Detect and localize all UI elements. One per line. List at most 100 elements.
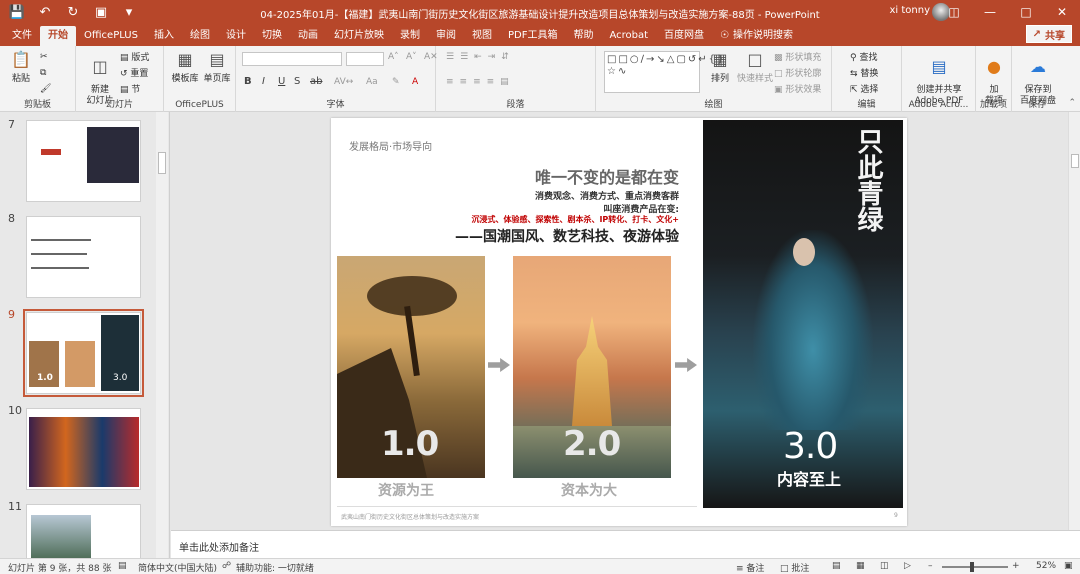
thumbnail-slide-11[interactable] [26, 504, 141, 558]
tab-file[interactable]: 文件 [4, 26, 40, 46]
tab-acrobat[interactable]: Acrobat [601, 26, 656, 46]
thumbnail-slide-7[interactable] [26, 120, 141, 202]
underline-button[interactable]: U [278, 76, 285, 87]
save-icon[interactable]: 💾 [8, 5, 26, 20]
thumbnail-slide-9[interactable]: 1.0 3.0 [23, 309, 144, 397]
undo-icon[interactable]: ↶ [36, 5, 54, 20]
redo-icon[interactable]: ↻ [64, 5, 82, 20]
share-button[interactable]: ↗ 共享 [1025, 25, 1072, 43]
collapse-ribbon-icon[interactable]: ⌃ [1068, 98, 1076, 108]
scrollbar-thumb[interactable] [1071, 154, 1079, 168]
tab-animations[interactable]: 动画 [290, 26, 326, 46]
replace-button[interactable]: ⇆ 替换 [850, 66, 878, 79]
char-spacing-icon[interactable]: AV↔ [334, 77, 353, 87]
italic-button[interactable]: I [262, 76, 265, 87]
tab-baidu[interactable]: 百度网盘 [656, 26, 712, 46]
tab-pdf-tools[interactable]: PDF工具箱 [500, 26, 565, 46]
paste-button[interactable]: 📋 粘贴 [6, 50, 36, 84]
reading-view-icon[interactable]: ◫ [880, 561, 889, 571]
select-button[interactable]: ⇱ 选择 [850, 82, 878, 95]
tab-officeplus[interactable]: OfficePLUS [76, 26, 146, 46]
bold-button[interactable]: B [244, 76, 252, 87]
single-page-button[interactable]: ▤ 单页库 [202, 50, 232, 84]
notes-toggle[interactable]: ≡ 备注 [736, 561, 764, 574]
current-slide[interactable]: 发展格局·市场导向 唯一不变的是都在变 消费观念、消费方式、重点消费客群 叫座消… [331, 118, 907, 526]
thumbnail-scrollbar[interactable] [156, 112, 168, 558]
template-library-button[interactable]: ▦ 模板库 [170, 50, 200, 84]
comments-toggle[interactable]: □ 批注 [780, 561, 809, 574]
stage-caption[interactable]: 资源为王 [378, 480, 434, 500]
ribbon-display-icon[interactable]: ◫ [936, 0, 972, 24]
stage-caption[interactable]: 内容至上 [777, 466, 841, 490]
slide-emphasis-line[interactable]: ——国潮国风、数艺科技、夜游体验 [455, 226, 679, 246]
slide-sorter-icon[interactable]: ▦ [856, 561, 865, 571]
fit-slide-icon[interactable]: ▣ [1064, 561, 1073, 571]
language-status[interactable]: 简体中文(中国大陆) [138, 561, 217, 574]
font-color-icon[interactable]: A [412, 77, 418, 87]
align-buttons-icon[interactable]: ≡≡≡≡▤ [446, 77, 515, 87]
shape-fill-button[interactable]: ▩ 形状填充 [774, 50, 821, 63]
slide-page-number[interactable]: 9 [894, 512, 898, 519]
tab-view[interactable]: 视图 [464, 26, 500, 46]
stage-number[interactable]: 3.0 [783, 426, 838, 467]
tab-transitions[interactable]: 切换 [254, 26, 290, 46]
tab-slideshow[interactable]: 幻灯片放映 [326, 26, 392, 46]
shapes-gallery[interactable]: □□○∕→↘△▢↺↵{}☆∿ [604, 51, 723, 93]
tab-draw[interactable]: 绘图 [182, 26, 218, 46]
highlight-icon[interactable]: ✎ [392, 77, 400, 87]
shape-outline-button[interactable]: □ 形状轮廓 [774, 66, 821, 79]
customize-icon[interactable]: ▾ [120, 5, 138, 20]
slide-footer[interactable]: 武夷山南门街历史文化街区总体策划与改造实施方案 [341, 512, 479, 521]
zoom-in-icon[interactable]: + [1012, 561, 1020, 571]
accessibility-icon[interactable]: ☍ [222, 561, 231, 571]
find-button[interactable]: ⚲ 查找 [850, 50, 877, 63]
grow-font-icon[interactable]: A˄ [388, 52, 399, 62]
slide-highlight-line[interactable]: 沉浸式、体验感、探索性、剧本杀、IP转化、打卡、文化+ [471, 214, 679, 225]
slide-subline[interactable]: 消费观念、消费方式、重点消费客群 [535, 189, 679, 202]
close-icon[interactable]: ✕ [1044, 0, 1080, 24]
slide-scrollbar[interactable] [1068, 112, 1080, 530]
font-name-select[interactable] [242, 52, 342, 66]
tab-home[interactable]: 开始 [40, 26, 76, 46]
change-case-icon[interactable]: Aa [366, 77, 378, 87]
tab-help[interactable]: 帮助 [565, 26, 601, 46]
zoom-slider[interactable] [942, 566, 1008, 568]
tab-record[interactable]: 录制 [392, 26, 428, 46]
create-adobe-pdf-button[interactable]: ▤ 创建并共享 Adobe PDF [906, 50, 972, 107]
strike-button[interactable]: ab [310, 76, 322, 87]
stage-number[interactable]: 2.0 [563, 424, 621, 464]
tell-me-search[interactable]: ☉ 操作说明搜索 [712, 26, 801, 46]
layout-button[interactable]: ▤ 版式 [120, 50, 149, 63]
section-button[interactable]: ▤ 节 [120, 82, 140, 95]
slideshow-icon[interactable]: ▷ [904, 561, 911, 571]
shrink-font-icon[interactable]: A˅ [406, 52, 417, 62]
shape-effects-button[interactable]: ▣ 形状效果 [774, 82, 821, 95]
arrange-button[interactable]: ▦ 排列 [706, 50, 734, 84]
cut-icon[interactable]: ✂ [40, 52, 48, 62]
tab-insert[interactable]: 插入 [146, 26, 182, 46]
slide-kicker[interactable]: 发展格局·市场导向 [349, 138, 432, 153]
proofing-icon[interactable]: ▤ [118, 561, 127, 571]
tab-design[interactable]: 设计 [218, 26, 254, 46]
shadow-button[interactable]: S [294, 76, 300, 87]
quick-styles-button[interactable]: □ 快速样式 [736, 50, 774, 84]
slide-headline[interactable]: 唯一不变的是都在变 [535, 164, 679, 188]
tab-review[interactable]: 审阅 [428, 26, 464, 46]
user-name[interactable]: xi tonny [889, 5, 930, 16]
zoom-slider-knob[interactable] [970, 562, 974, 572]
zoom-out-icon[interactable]: – [928, 561, 933, 571]
scrollbar-thumb[interactable] [158, 152, 166, 174]
maximize-icon[interactable]: □ [1008, 0, 1044, 24]
notes-pane[interactable]: 单击此处添加备注 [171, 530, 1080, 558]
font-size-select[interactable] [346, 52, 384, 66]
reset-button[interactable]: ↺ 重置 [120, 66, 148, 79]
present-icon[interactable]: ▣ [92, 5, 110, 20]
minimize-icon[interactable]: — [972, 0, 1008, 24]
normal-view-icon[interactable]: ▤ [832, 561, 841, 571]
zoom-level[interactable]: 52% [1036, 561, 1056, 571]
stage-number[interactable]: 1.0 [381, 424, 439, 464]
format-painter-icon[interactable]: 🖌 [40, 84, 51, 94]
list-buttons-icon[interactable]: ☰☰⇤⇥⇵ [446, 52, 515, 62]
thumbnail-slide-10[interactable] [26, 408, 141, 490]
thumbnail-slide-8[interactable] [26, 216, 141, 298]
